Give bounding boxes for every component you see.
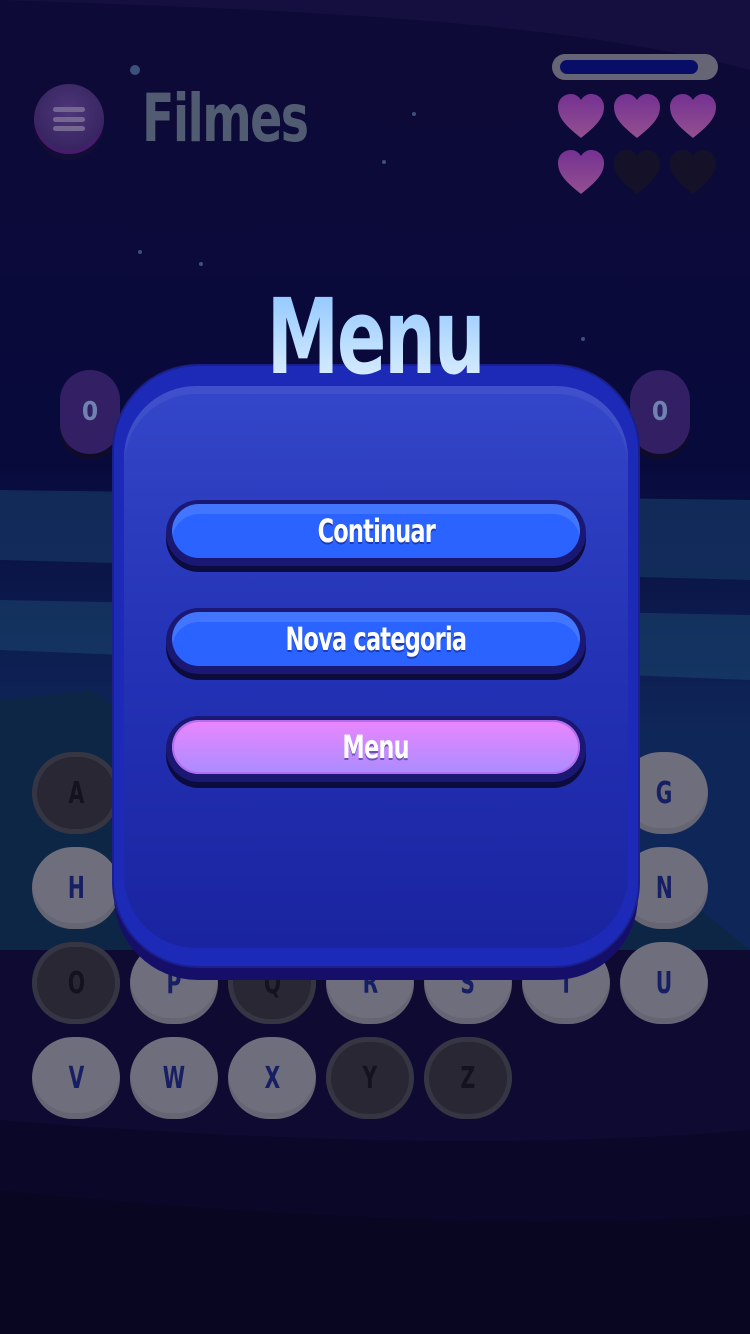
new-category-button[interactable]: Nova categoria <box>166 608 586 674</box>
continue-button-label: Continuar <box>317 512 435 550</box>
new-category-button-label: Nova categoria <box>285 620 468 658</box>
continue-button[interactable]: Continuar <box>166 500 586 566</box>
main-menu-button-label: Menu <box>342 728 410 766</box>
dialog-title: Menu <box>83 276 668 398</box>
main-menu-button[interactable]: Menu <box>166 716 586 782</box>
